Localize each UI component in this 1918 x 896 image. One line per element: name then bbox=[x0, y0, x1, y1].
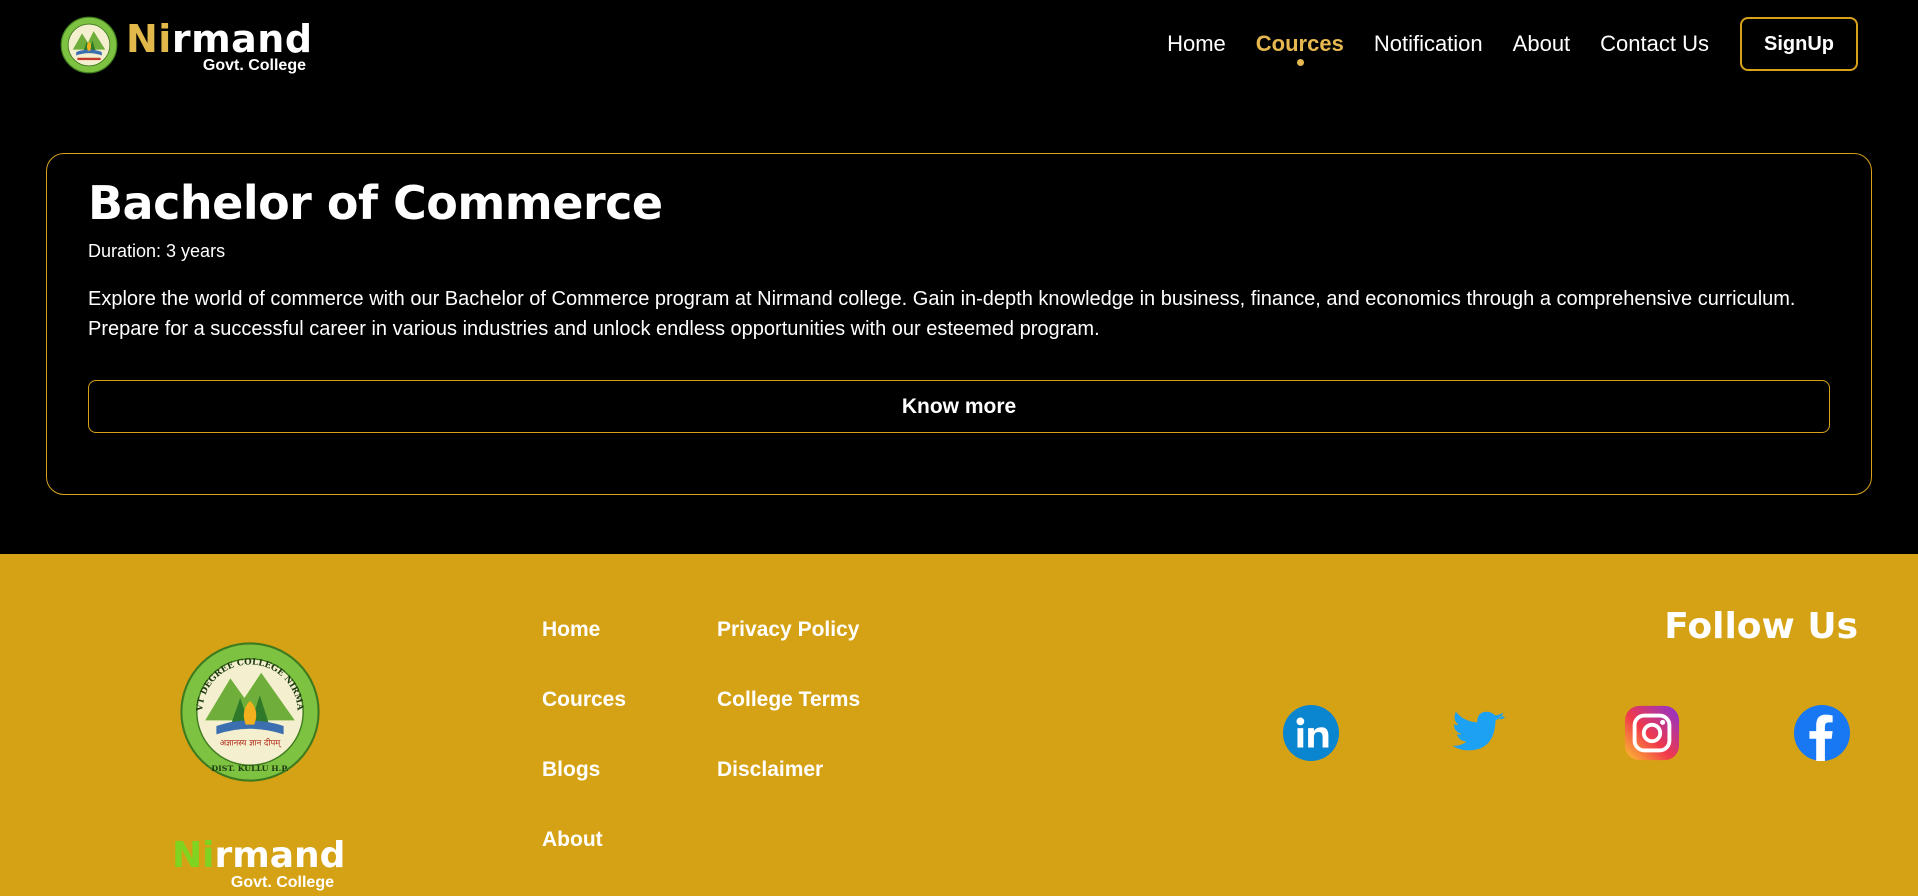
site-header: Nirmand Govt. College Home Cources Notif… bbox=[0, 0, 1918, 90]
footer-link-disclaimer[interactable]: Disclaimer bbox=[717, 758, 823, 782]
footer-brand-name: Nirmand bbox=[172, 838, 345, 874]
footer-link-privacy-policy[interactable]: Privacy Policy bbox=[717, 618, 859, 642]
nav-contact-us[interactable]: Contact Us bbox=[1600, 17, 1709, 71]
active-indicator-dot bbox=[1296, 59, 1304, 66]
footer-link-home[interactable]: Home bbox=[542, 618, 600, 642]
footer-brand-rest: rmand bbox=[214, 835, 346, 876]
nav-notification[interactable]: Notification bbox=[1374, 17, 1483, 71]
know-more-button[interactable]: Know more bbox=[88, 380, 1830, 433]
nav-home[interactable]: Home bbox=[1167, 17, 1226, 71]
nav-about[interactable]: About bbox=[1513, 17, 1571, 71]
brand-name-rest: rmand bbox=[171, 17, 313, 61]
nav-cources[interactable]: Cources bbox=[1256, 17, 1344, 71]
footer-brand-highlight: Ni bbox=[172, 835, 215, 876]
twitter-icon[interactable] bbox=[1453, 704, 1511, 762]
facebook-icon[interactable] bbox=[1793, 704, 1851, 762]
instagram-icon[interactable] bbox=[1623, 704, 1681, 762]
college-emblem-icon: GOVT DEGREE COLLEGE NIRMAND अज्ञानस्य ज्… bbox=[180, 642, 320, 782]
footer-brand-subtitle: Govt. College bbox=[230, 874, 334, 891]
brand-name: Nirmand bbox=[126, 17, 313, 61]
course-card: Bachelor of Commerce Duration: 3 years E… bbox=[46, 153, 1872, 495]
brand-logo[interactable]: Nirmand Govt. College bbox=[60, 15, 312, 75]
course-title: Bachelor of Commerce bbox=[88, 176, 663, 230]
footer-brand[interactable]: Nirmand Govt. College bbox=[172, 838, 345, 894]
footer-link-blogs[interactable]: Blogs bbox=[542, 758, 600, 782]
linkedin-icon[interactable] bbox=[1282, 704, 1340, 762]
emblem-motto: अज्ञानस्य ज्ञान दीपम् bbox=[220, 738, 283, 749]
footer-link-cources[interactable]: Cources bbox=[542, 688, 626, 712]
footer-link-about[interactable]: About bbox=[542, 828, 603, 852]
nav-cources-label: Cources bbox=[1255, 31, 1344, 56]
follow-us-title: Follow Us bbox=[1664, 606, 1858, 647]
brand-name-highlight: Ni bbox=[126, 17, 172, 61]
site-footer: GOVT DEGREE COLLEGE NIRMAND अज्ञानस्य ज्… bbox=[0, 554, 1918, 896]
main-nav: Home Cources Notification About Contact … bbox=[1137, 17, 1858, 71]
course-description: Explore the world of commerce with our B… bbox=[88, 288, 1796, 340]
brand-subtitle: Govt. College bbox=[202, 57, 306, 74]
emblem-bottom-text: DIST. KULLU H.P. bbox=[211, 764, 289, 773]
college-emblem-icon bbox=[60, 16, 118, 74]
signup-button[interactable]: SignUp bbox=[1740, 17, 1858, 71]
brand-wordmark: Nirmand Govt. College bbox=[126, 15, 312, 75]
course-duration: Duration: 3 years bbox=[88, 241, 226, 261]
footer-link-college-terms[interactable]: College Terms bbox=[717, 688, 860, 712]
